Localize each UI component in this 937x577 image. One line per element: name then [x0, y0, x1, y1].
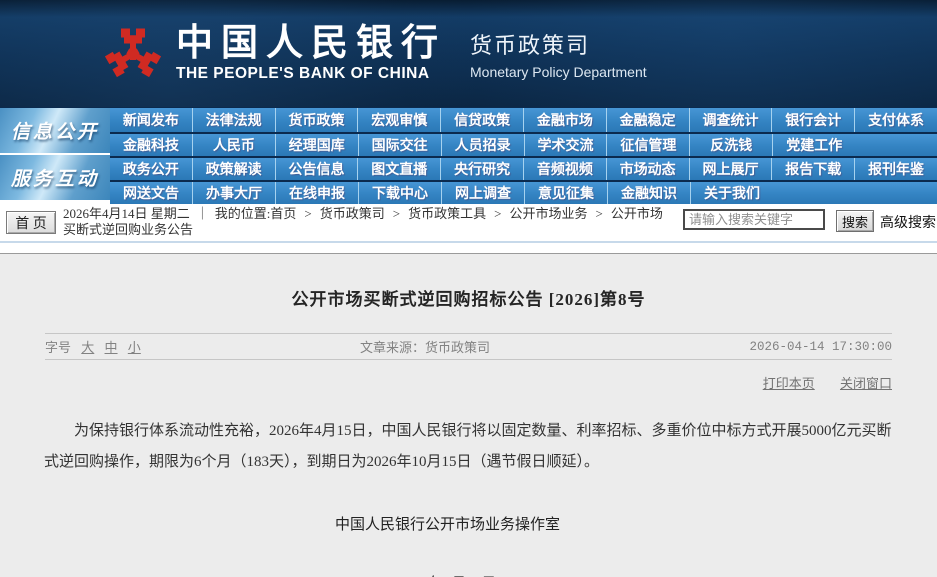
nav-section-labels: 信息公开 服务互动 — [0, 108, 110, 204]
spacer — [0, 243, 937, 253]
nav-item[interactable]: 网上调查 — [441, 182, 524, 204]
nav-item[interactable]: 经理国库 — [274, 134, 358, 156]
nav-item[interactable]: 货币政策 — [274, 108, 358, 132]
nav-row-2: 金融科技 人民币 经理国库 国际交往 人员招录 学术交流 征信管理 反洗钱 党建… — [110, 132, 937, 156]
breadcrumb: 2026年4月14日 星期二 ｜ 我的位置:首页 > 货币政策司 > 货币政策工具 > 公开市场… — [63, 206, 675, 238]
nav-item[interactable]: 报刊年鉴 — [854, 158, 937, 180]
nav-item[interactable]: 网送文告 — [110, 182, 192, 204]
breadcrumb-item-omo[interactable]: 公开市场业务 — [509, 206, 587, 221]
nav-item[interactable]: 金融稳定 — [605, 108, 689, 132]
article-date: 2026年4月14日 — [0, 572, 937, 577]
nav-item[interactable]: 音频视频 — [522, 158, 606, 180]
article-source: 文章来源：货币政策司 — [360, 337, 749, 356]
nav-row-1: 新闻发布 法律法规 货币政策 宏观审慎 信贷政策 金融市场 金融稳定 调查统计 … — [110, 108, 937, 132]
nav-item[interactable]: 新闻发布 — [110, 108, 192, 132]
nav-item[interactable]: 图文直播 — [357, 158, 441, 180]
breadcrumb-item-tools[interactable]: 货币政策工具 — [408, 206, 486, 221]
font-size-small-link[interactable]: 小 — [128, 340, 141, 355]
nav-item[interactable]: 办事大厅 — [192, 182, 275, 204]
breadcrumb-divider: > — [494, 206, 502, 221]
font-size-medium-link[interactable]: 中 — [105, 340, 118, 355]
page: 中国人民银行 THE PEOPLE'S BANK OF CHINA 货币政策司 … — [0, 0, 937, 577]
source-label: 文章来源： — [360, 340, 426, 355]
advanced-search-link[interactable]: 高级搜索 — [880, 212, 936, 232]
pboc-logo-icon — [102, 21, 164, 87]
search-button[interactable]: 搜索 — [836, 210, 874, 232]
nav-item[interactable]: 关于我们 — [690, 182, 773, 204]
article-body: 为保持银行体系流动性充裕，2026年4月15日，中国人民银行将以固定数量、利率招… — [44, 423, 892, 470]
breadcrumb-pipe: ｜ — [195, 206, 209, 221]
site-header: 中国人民银行 THE PEOPLE'S BANK OF CHINA 货币政策司 … — [0, 0, 937, 107]
nav-item[interactable]: 金融知识 — [607, 182, 690, 204]
home-button[interactable]: 首 页 — [6, 211, 56, 234]
main-nav: 信息公开 服务互动 新闻发布 法律法规 货币政策 宏观审慎 信贷政策 金融市场 … — [0, 107, 937, 204]
nav-item[interactable]: 人民币 — [191, 134, 275, 156]
font-size-controls: 字号 大 中 小 — [45, 337, 360, 356]
nav-item[interactable]: 央行研究 — [440, 158, 523, 180]
nav-empty-cell — [773, 182, 937, 204]
breadcrumb-bar: 首 页 2026年4月14日 星期二 ｜ 我的位置:首页 > 货币政策司 > 货币政策工具 >… — [0, 204, 937, 243]
nav-item[interactable]: 信贷政策 — [440, 108, 523, 132]
nav-item[interactable]: 意见征集 — [524, 182, 607, 204]
nav-item[interactable]: 征信管理 — [606, 134, 690, 156]
article-actions: 打印本页 关闭窗口 — [45, 373, 892, 392]
nav-item[interactable]: 人员招录 — [440, 134, 524, 156]
nav-item[interactable]: 金融市场 — [522, 108, 606, 132]
breadcrumb-date: 2026年4月14日 星期二 — [63, 206, 190, 221]
nav-item[interactable]: 政策解读 — [191, 158, 275, 180]
nav-row-4: 网送文告 办事大厅 在线申报 下载中心 网上调查 意见征集 金融知识 关于我们 — [110, 180, 937, 204]
article-signature: 中国人民银行公开市场业务操作室 — [334, 517, 560, 533]
nav-item[interactable]: 报告下载 — [771, 158, 855, 180]
nav-item[interactable]: 法律法规 — [191, 108, 275, 132]
article-panel: 公开市场买断式逆回购招标公告 [2026]第8号 字号 大 中 小 文章来源：货… — [0, 253, 937, 577]
nav-item[interactable]: 调查统计 — [688, 108, 772, 132]
font-size-label: 字号 — [45, 340, 72, 355]
nav-item[interactable]: 学术交流 — [523, 134, 607, 156]
source-value: 货币政策司 — [425, 340, 491, 355]
nav-tab-information-disclosure[interactable]: 信息公开 — [0, 108, 110, 153]
bank-name-cn: 中国人民银行 — [176, 22, 446, 64]
nav-item[interactable]: 国际交往 — [357, 134, 441, 156]
nav-tab-service-interaction[interactable]: 服务互动 — [0, 155, 110, 200]
nav-item[interactable]: 银行会计 — [771, 108, 855, 132]
search-input[interactable] — [683, 209, 825, 230]
nav-item[interactable]: 反洗钱 — [689, 134, 773, 156]
nav-empty-cell — [855, 134, 937, 156]
breadcrumb-item-dept[interactable]: 货币政策司 — [320, 206, 385, 221]
breadcrumb-item-home[interactable]: 首页 — [270, 206, 296, 221]
nav-item[interactable]: 宏观审慎 — [357, 108, 441, 132]
breadcrumb-divider: > — [392, 206, 401, 221]
nav-row-3: 政务公开 政策解读 公告信息 图文直播 央行研究 音频视频 市场动态 网上展厅 … — [110, 156, 937, 180]
nav-item[interactable]: 网上展厅 — [688, 158, 772, 180]
nav-item[interactable]: 在线申报 — [275, 182, 358, 204]
nav-item[interactable]: 金融科技 — [110, 134, 192, 156]
breadcrumb-divider: > — [304, 206, 312, 221]
article-meta-bar: 字号 大 中 小 文章来源：货币政策司 2026-04-14 17:30:00 — [45, 333, 892, 360]
nav-item[interactable]: 党建工作 — [772, 134, 856, 156]
article-title: 公开市场买断式逆回购招标公告 [2026]第8号 — [291, 290, 646, 309]
nav-menu-grid: 新闻发布 法律法规 货币政策 宏观审慎 信贷政策 金融市场 金融稳定 调查统计 … — [110, 108, 937, 204]
department-name-en: Monetary Policy Department — [470, 63, 647, 80]
nav-item[interactable]: 支付体系 — [854, 108, 937, 132]
bank-title-block: 中国人民银行 THE PEOPLE'S BANK OF CHINA — [176, 22, 446, 83]
nav-item[interactable]: 下载中心 — [358, 182, 441, 204]
nav-item[interactable]: 市场动态 — [605, 158, 689, 180]
print-page-link[interactable]: 打印本页 — [763, 376, 815, 391]
bank-name-en: THE PEOPLE'S BANK OF CHINA — [176, 64, 430, 82]
article-datetime: 2026-04-14 17:30:00 — [749, 339, 892, 354]
close-window-link[interactable]: 关闭窗口 — [840, 376, 892, 391]
department-title-block: 货币政策司 Monetary Policy Department — [470, 28, 647, 80]
breadcrumb-location-label: 我的位置: — [214, 206, 271, 221]
nav-item[interactable]: 政务公开 — [110, 158, 192, 180]
font-size-large-link[interactable]: 大 — [81, 340, 94, 355]
nav-item[interactable]: 公告信息 — [274, 158, 358, 180]
department-name-cn: 货币政策司 — [470, 32, 591, 58]
breadcrumb-divider: > — [595, 206, 603, 221]
